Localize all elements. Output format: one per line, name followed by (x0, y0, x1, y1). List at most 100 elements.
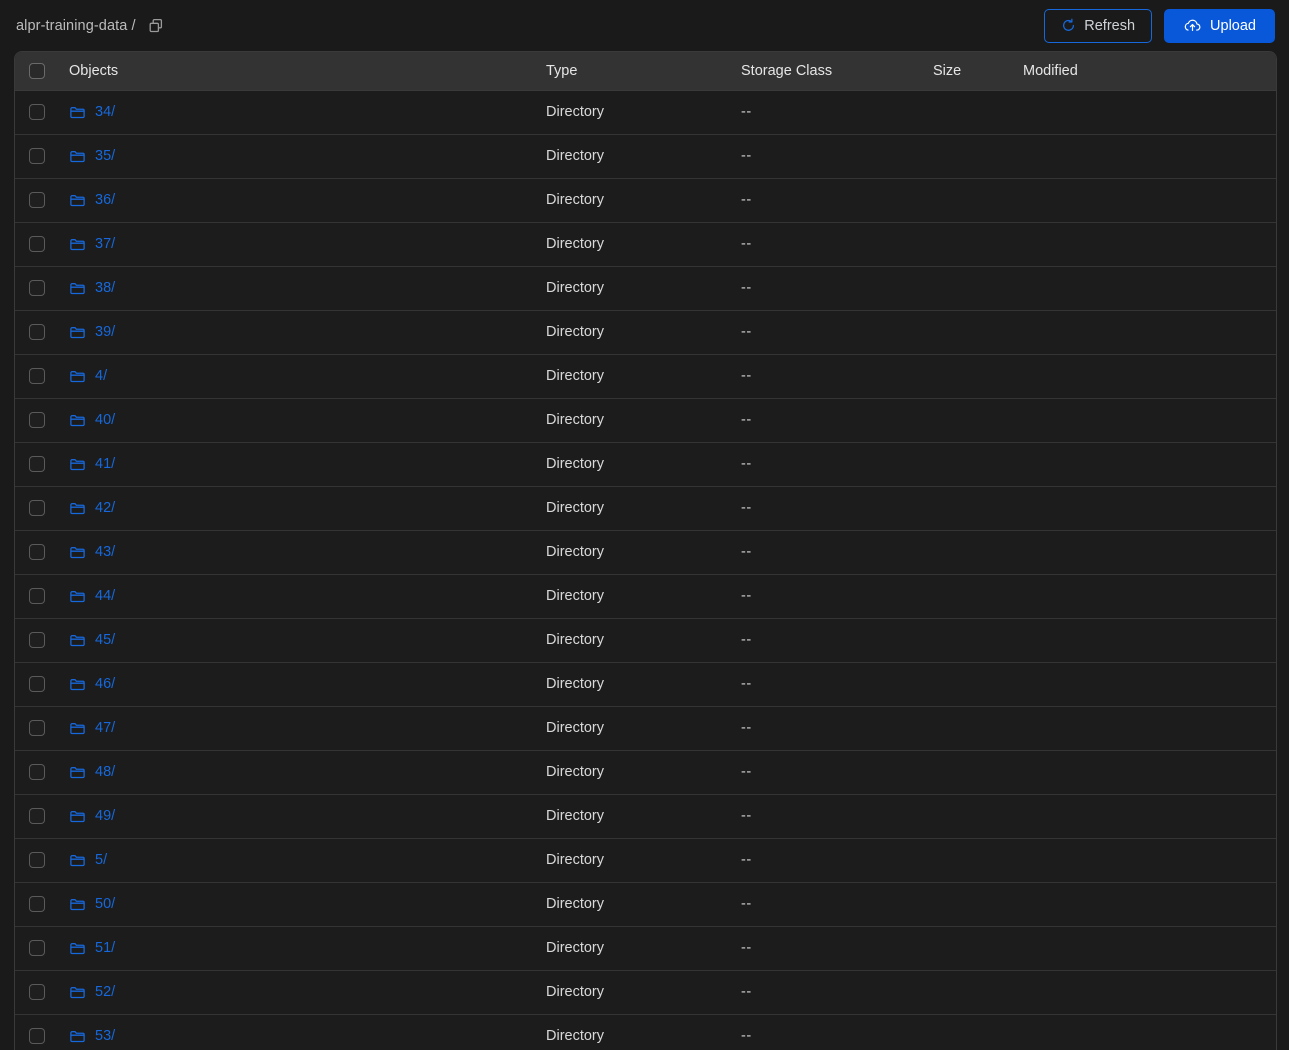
table-row[interactable]: 4/Directory -- (15, 354, 1276, 399)
row-size (933, 398, 1023, 443)
row-checkbox[interactable] (29, 676, 45, 692)
table-row[interactable]: 50/Directory -- (15, 882, 1276, 927)
column-header-size[interactable]: Size (933, 52, 1023, 91)
row-object-cell: 40/ (61, 398, 546, 443)
copy-icon[interactable] (146, 16, 166, 36)
toolbar-actions: Refresh Upload (1044, 8, 1275, 43)
table-row[interactable]: 37/Directory -- (15, 222, 1276, 267)
object-name-link[interactable]: 40/ (95, 412, 115, 428)
row-checkbox[interactable] (29, 1028, 45, 1044)
object-name-link[interactable]: 4/ (95, 368, 107, 384)
row-checkbox[interactable] (29, 192, 45, 208)
row-select-cell (15, 574, 61, 619)
row-type: Directory (546, 926, 741, 971)
object-name-link[interactable]: 37/ (95, 236, 115, 252)
table-row[interactable]: 45/Directory -- (15, 618, 1276, 663)
table-row[interactable]: 35/Directory -- (15, 134, 1276, 179)
row-checkbox[interactable] (29, 940, 45, 956)
table-row[interactable]: 39/Directory -- (15, 310, 1276, 355)
select-all-checkbox[interactable] (29, 62, 45, 79)
table-body: 34/Directory -- 35/Directory -- 36/Directory… (15, 90, 1276, 1050)
row-select-cell (15, 398, 61, 443)
row-storage-class: -- (741, 662, 933, 707)
object-name-link[interactable]: 53/ (95, 1028, 115, 1044)
row-checkbox[interactable] (29, 808, 45, 824)
table-row[interactable]: 34/Directory -- (15, 90, 1276, 135)
row-select-cell (15, 706, 61, 751)
table-row[interactable]: 5/Directory -- (15, 838, 1276, 883)
object-name-link[interactable]: 42/ (95, 500, 115, 516)
row-checkbox[interactable] (29, 412, 45, 428)
row-checkbox[interactable] (29, 764, 45, 780)
row-checkbox[interactable] (29, 500, 45, 516)
object-name-link[interactable]: 43/ (95, 544, 115, 560)
row-size (933, 794, 1023, 839)
object-name-link[interactable]: 38/ (95, 280, 115, 296)
row-checkbox[interactable] (29, 852, 45, 868)
object-name-link[interactable]: 49/ (95, 808, 115, 824)
row-type: Directory (546, 530, 741, 575)
upload-button[interactable]: Upload (1164, 8, 1275, 43)
table-row[interactable]: 47/Directory -- (15, 706, 1276, 751)
row-storage-class: -- (741, 794, 933, 839)
row-checkbox[interactable] (29, 896, 45, 912)
row-size (933, 706, 1023, 751)
row-type: Directory (546, 178, 741, 223)
column-header-modified[interactable]: Modified (1023, 52, 1276, 91)
object-name-link[interactable]: 52/ (95, 984, 115, 1000)
row-checkbox[interactable] (29, 632, 45, 648)
object-name-link[interactable]: 5/ (95, 852, 107, 868)
row-checkbox[interactable] (29, 984, 45, 1000)
folder-icon (69, 368, 86, 385)
row-checkbox[interactable] (29, 324, 45, 340)
table-row[interactable]: 43/Directory -- (15, 530, 1276, 575)
column-header-type[interactable]: Type (546, 52, 741, 91)
object-name-link[interactable]: 44/ (95, 588, 115, 604)
row-checkbox[interactable] (29, 456, 45, 472)
table-row[interactable]: 51/Directory -- (15, 926, 1276, 971)
row-checkbox[interactable] (29, 368, 45, 384)
object-name-link[interactable]: 35/ (95, 148, 115, 164)
table-row[interactable]: 38/Directory -- (15, 266, 1276, 311)
row-modified (1023, 90, 1276, 135)
object-name-link[interactable]: 46/ (95, 676, 115, 692)
object-name-link[interactable]: 47/ (95, 720, 115, 736)
table-row[interactable]: 41/Directory -- (15, 442, 1276, 487)
table-row[interactable]: 44/Directory -- (15, 574, 1276, 619)
object-name-link[interactable]: 36/ (95, 192, 115, 208)
refresh-button[interactable]: Refresh (1044, 8, 1153, 43)
row-checkbox[interactable] (29, 280, 45, 296)
table-row[interactable]: 52/Directory -- (15, 970, 1276, 1015)
row-storage-class: -- (741, 222, 933, 267)
row-checkbox[interactable] (29, 544, 45, 560)
object-name-link[interactable]: 48/ (95, 764, 115, 780)
object-name-link[interactable]: 50/ (95, 896, 115, 912)
row-checkbox[interactable] (29, 148, 45, 164)
breadcrumb-path[interactable]: alpr-training-data / (16, 18, 136, 34)
object-name-link[interactable]: 41/ (95, 456, 115, 472)
table-row[interactable]: 49/Directory -- (15, 794, 1276, 839)
table-row[interactable]: 46/Directory -- (15, 662, 1276, 707)
column-header-storage-class[interactable]: Storage Class (741, 52, 933, 91)
table-row[interactable]: 42/Directory -- (15, 486, 1276, 531)
row-checkbox[interactable] (29, 588, 45, 604)
column-header-objects[interactable]: Objects (61, 52, 546, 91)
row-modified (1023, 794, 1276, 839)
row-checkbox[interactable] (29, 236, 45, 252)
object-name-link[interactable]: 34/ (95, 104, 115, 120)
row-checkbox[interactable] (29, 104, 45, 120)
table-row[interactable]: 36/Directory -- (15, 178, 1276, 223)
object-name-link[interactable]: 51/ (95, 940, 115, 956)
object-name-link[interactable]: 45/ (95, 632, 115, 648)
table-row[interactable]: 53/Directory -- (15, 1014, 1276, 1050)
row-storage-class: -- (741, 442, 933, 487)
row-object-cell: 42/ (61, 486, 546, 531)
object-name-link[interactable]: 39/ (95, 324, 115, 340)
row-storage-class: -- (741, 1014, 933, 1050)
table-row[interactable]: 48/Directory -- (15, 750, 1276, 795)
row-type: Directory (546, 354, 741, 399)
row-modified (1023, 178, 1276, 223)
table-row[interactable]: 40/Directory -- (15, 398, 1276, 443)
row-storage-class: -- (741, 134, 933, 179)
row-checkbox[interactable] (29, 720, 45, 736)
